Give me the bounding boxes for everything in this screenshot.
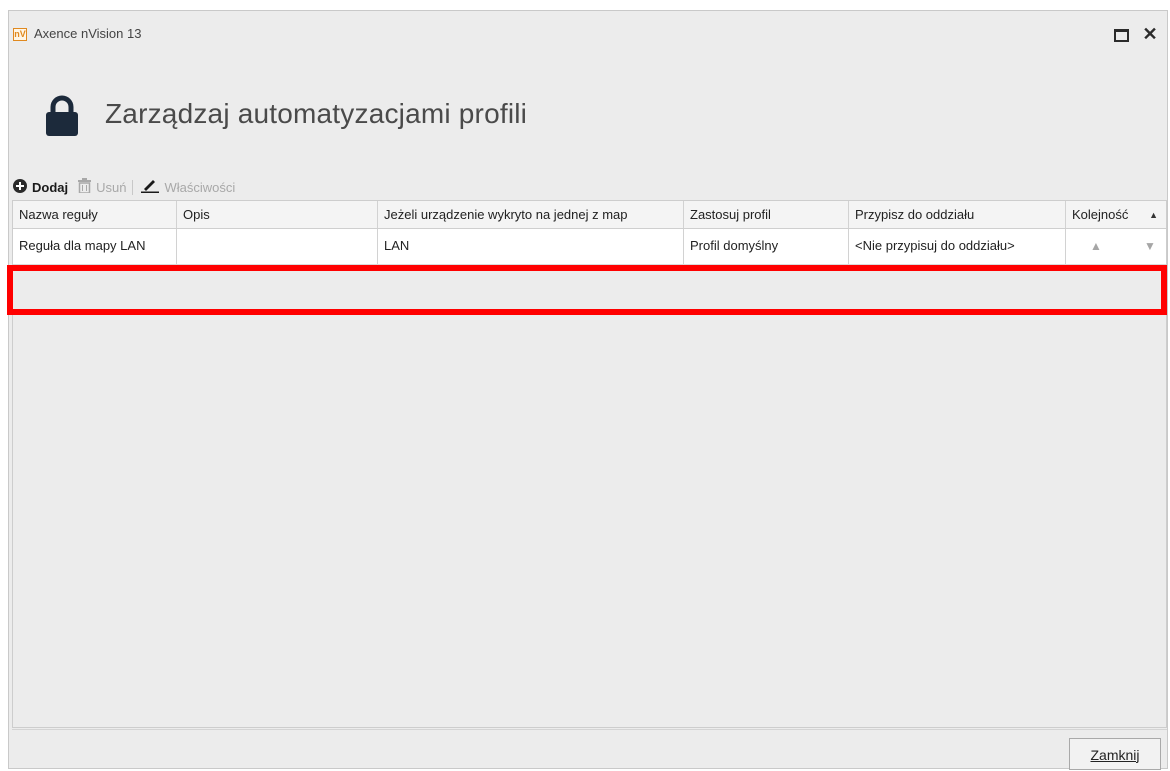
move-down-icon[interactable]: ▼: [1144, 229, 1156, 263]
cell-rule-name: Reguła dla mapy LAN: [13, 229, 177, 264]
app-window: nV Axence nVision 13 ✕ Zarządzaj automat…: [8, 10, 1168, 770]
toolbar-separator: [132, 179, 134, 195]
close-window-button[interactable]: ✕: [1140, 24, 1160, 44]
cell-profile: Profil domyślny: [684, 229, 849, 264]
properties-button[interactable]: Właściwości: [141, 179, 235, 196]
highlight-box: [7, 265, 1167, 315]
trash-icon: [78, 178, 92, 196]
column-header-branch[interactable]: Przypisz do oddziału: [849, 201, 1066, 228]
column-header-profile[interactable]: Zastosuj profil: [684, 201, 849, 228]
add-button[interactable]: Dodaj: [13, 178, 69, 196]
remove-button[interactable]: Usuń: [78, 178, 126, 196]
column-header-description[interactable]: Opis: [177, 201, 378, 228]
plus-circle-icon: [13, 178, 27, 196]
close-button-label: Zamknij: [1090, 747, 1140, 763]
remove-button-label: Usuń: [96, 179, 127, 195]
cell-order: ▲ ▼: [1066, 229, 1166, 264]
pencil-icon: [141, 179, 160, 196]
close-button[interactable]: Zamknij: [1069, 738, 1161, 770]
cell-maps: LAN: [378, 229, 684, 264]
add-button-label: Dodaj: [32, 179, 69, 195]
maximize-icon: [1114, 29, 1129, 42]
move-up-icon[interactable]: ▲: [1090, 229, 1102, 263]
properties-button-label: Właściwości: [164, 179, 236, 195]
page-title: Zarządzaj automatyzacjami profili: [105, 98, 528, 129]
column-header-order-label: Kolejność: [1072, 207, 1129, 222]
footer-divider: [12, 729, 1167, 730]
column-header-maps[interactable]: Jeżeli urządzenie wykryto na jednej z ma…: [378, 201, 684, 228]
cell-description: [177, 229, 378, 264]
window-title: Axence nVision 13: [34, 26, 142, 41]
grid-header: Nazwa reguły Opis Jeżeli urządzenie wykr…: [13, 201, 1166, 229]
table-row[interactable]: Reguła dla mapy LAN LAN Profil domyślny …: [13, 229, 1166, 265]
column-header-order[interactable]: Kolejność ▲: [1066, 201, 1166, 228]
lock-icon: [45, 95, 79, 142]
app-logo-icon: nV: [13, 28, 27, 41]
maximize-button[interactable]: [1110, 24, 1130, 44]
title-bar: nV Axence nVision 13 ✕: [9, 11, 1167, 51]
cell-branch: <Nie przypisuj do oddziału>: [849, 229, 1066, 264]
sort-ascending-icon: ▲: [1149, 210, 1158, 220]
column-header-rule-name[interactable]: Nazwa reguły: [13, 201, 177, 228]
toolbar: Dodaj Usuń Właściwości: [9, 174, 1167, 200]
close-icon: ✕: [1142, 24, 1158, 44]
